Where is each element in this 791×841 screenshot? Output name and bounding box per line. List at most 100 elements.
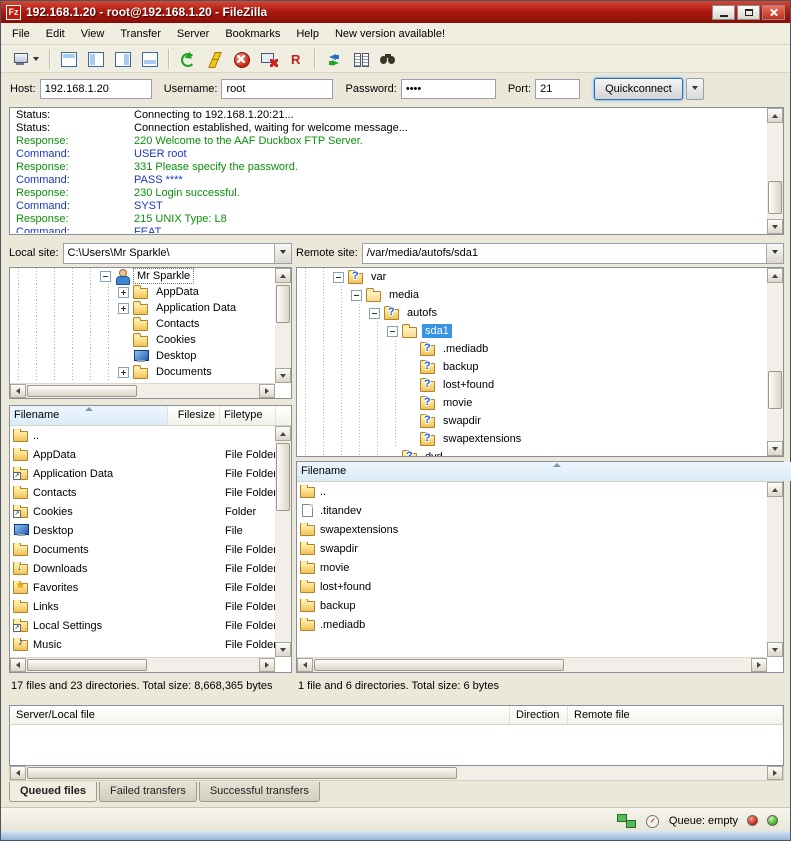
scroll-thumb[interactable] [768, 181, 782, 214]
tree-row[interactable]: Mr Sparkle [10, 268, 275, 284]
local-site-combobox[interactable]: C:\Users\Mr Sparkle\ [63, 243, 292, 264]
file-row[interactable]: backup [297, 596, 767, 615]
tree-item-label[interactable]: Application Data [153, 301, 239, 315]
tree-item-label[interactable]: autofs [404, 306, 440, 320]
site-manager-button[interactable] [6, 47, 44, 71]
tree-item-label[interactable]: swapdir [440, 414, 484, 428]
scroll-right-button[interactable] [751, 658, 767, 672]
tree-expander-minus[interactable] [333, 272, 344, 283]
close-button[interactable] [762, 5, 785, 20]
file-row[interactable]: lost+found [297, 577, 767, 596]
remote-site-combobox[interactable]: /var/media/autofs/sda1 [362, 243, 784, 264]
menu-file[interactable]: File [4, 25, 38, 43]
tree-row[interactable]: Contacts [10, 316, 275, 332]
tree-item-label[interactable]: Documents [153, 365, 215, 379]
scroll-left-button[interactable] [10, 766, 26, 780]
host-input[interactable] [40, 79, 152, 99]
tree-expander-plus[interactable] [118, 287, 129, 298]
tree-expander-plus[interactable] [118, 303, 129, 314]
file-row[interactable]: FavoritesFile Folder [10, 578, 275, 597]
disconnect-button[interactable] [256, 47, 282, 71]
scroll-up-button[interactable] [767, 268, 783, 283]
tree-row[interactable]: movie [297, 394, 767, 412]
file-row[interactable]: Application DataFile Folder [10, 464, 275, 483]
toggle-message-log-button[interactable] [56, 47, 82, 71]
tab-successful-transfers[interactable]: Successful transfers [199, 782, 320, 802]
menu-bookmarks[interactable]: Bookmarks [217, 25, 288, 43]
reconnect-button[interactable] [283, 47, 309, 71]
menu-transfer[interactable]: Transfer [112, 25, 169, 43]
queue-column-server-local-file[interactable]: Server/Local file [10, 706, 510, 724]
menu-help[interactable]: Help [288, 25, 327, 43]
scroll-down-button[interactable] [767, 219, 783, 234]
tree-row[interactable]: dvd [297, 448, 767, 456]
scroll-down-button[interactable] [767, 441, 783, 456]
file-row[interactable]: CookiesFolder [10, 502, 275, 521]
refresh-button[interactable] [175, 47, 201, 71]
scroll-up-button[interactable] [275, 426, 291, 441]
port-input[interactable] [535, 79, 580, 99]
cancel-button[interactable] [229, 47, 255, 71]
file-row[interactable]: MusicFile Folder [10, 635, 275, 654]
tree-row[interactable]: backup [297, 358, 767, 376]
quickconnect-dropdown-button[interactable] [686, 78, 704, 100]
file-row[interactable]: swapdir [297, 539, 767, 558]
file-row[interactable]: movie [297, 558, 767, 577]
toggle-transfer-queue-button[interactable] [137, 47, 163, 71]
file-row[interactable]: AppDataFile Folder [10, 445, 275, 464]
tree-row[interactable]: Documents [10, 364, 275, 380]
file-row[interactable]: swapextensions [297, 520, 767, 539]
scroll-thumb[interactable] [27, 767, 457, 779]
tree-item-label[interactable]: dvd [422, 450, 446, 456]
speed-limit-icon[interactable] [645, 814, 660, 828]
file-row[interactable]: DesktopFile [10, 521, 275, 540]
tree-expander-plus[interactable] [118, 367, 129, 378]
scroll-up-button[interactable] [767, 482, 783, 497]
minimize-button[interactable] [712, 5, 735, 20]
scroll-thumb[interactable] [27, 659, 147, 671]
toggle-local-tree-button[interactable] [83, 47, 109, 71]
tab-queued-files[interactable]: Queued files [9, 782, 97, 802]
username-input[interactable] [221, 79, 333, 99]
tree-row[interactable]: Cookies [10, 332, 275, 348]
scroll-down-button[interactable] [275, 368, 291, 383]
scroll-right-button[interactable] [767, 766, 783, 780]
queue-column-direction[interactable]: Direction [510, 706, 568, 724]
scroll-thumb[interactable] [314, 659, 564, 671]
tree-expander-minus[interactable] [100, 271, 111, 282]
combo-dropdown-button[interactable] [274, 244, 291, 263]
tree-expander-minus[interactable] [387, 326, 398, 337]
synchronized-browsing-button[interactable] [321, 47, 347, 71]
file-row[interactable]: .mediadb [297, 615, 767, 634]
tree-item-label[interactable]: Desktop [153, 349, 199, 363]
tree-item-label[interactable]: Cookies [153, 333, 199, 347]
horizontal-splitter[interactable] [9, 695, 784, 705]
file-row[interactable]: .. [10, 426, 275, 445]
column-header-filename[interactable]: Filename [297, 462, 791, 481]
tree-row[interactable]: Desktop [10, 348, 275, 364]
file-row[interactable]: DocumentsFile Folder [10, 540, 275, 559]
tree-item-label[interactable]: var [368, 270, 389, 284]
tree-row[interactable]: lost+found [297, 376, 767, 394]
tree-row[interactable]: .mediadb [297, 340, 767, 358]
scroll-thumb[interactable] [276, 443, 290, 511]
combo-dropdown-button[interactable] [766, 244, 783, 263]
scroll-left-button[interactable] [10, 658, 26, 672]
menu-server[interactable]: Server [169, 25, 217, 43]
quickconnect-button[interactable]: Quickconnect [594, 78, 683, 100]
scroll-up-button[interactable] [275, 268, 291, 283]
column-header-filename[interactable]: Filename [10, 406, 168, 425]
tab-failed-transfers[interactable]: Failed transfers [99, 782, 197, 802]
directory-comparison-button[interactable] [348, 47, 374, 71]
scroll-up-button[interactable] [767, 108, 783, 123]
scroll-thumb[interactable] [27, 385, 137, 397]
maximize-button[interactable] [737, 5, 760, 20]
scroll-right-button[interactable] [259, 658, 275, 672]
tree-row[interactable]: swapdir [297, 412, 767, 430]
queue-column-remote-file[interactable]: Remote file [568, 706, 783, 724]
tree-item-label[interactable]: media [386, 288, 422, 302]
scroll-thumb[interactable] [768, 371, 782, 409]
column-header-filetype[interactable]: Filetype [220, 406, 276, 425]
tree-row[interactable]: var [297, 268, 767, 286]
tree-item-label[interactable]: AppData [153, 285, 202, 299]
